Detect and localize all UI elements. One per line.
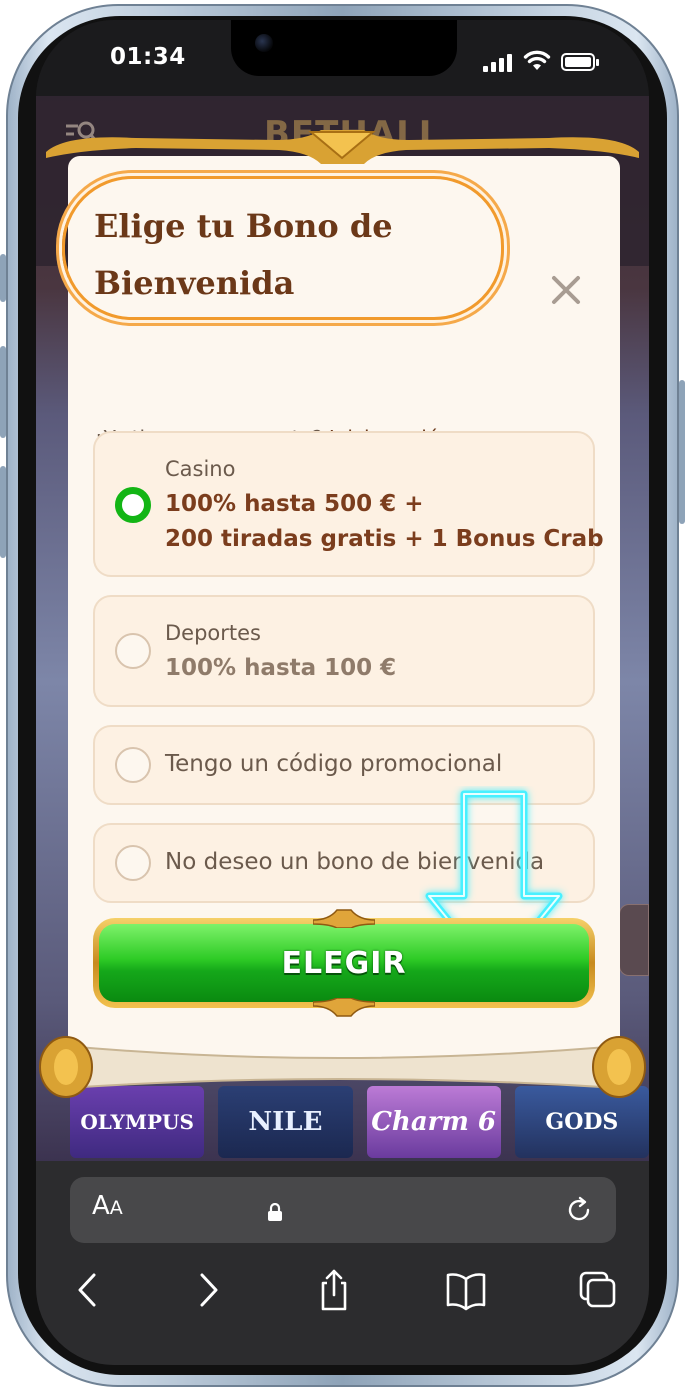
close-button[interactable] bbox=[548, 272, 584, 308]
option-no-bonus[interactable]: No deseo un bono de bienvenida bbox=[93, 823, 595, 903]
battery-icon bbox=[561, 53, 599, 71]
back-icon[interactable] bbox=[66, 1267, 110, 1313]
radio-no-bonus[interactable] bbox=[115, 845, 151, 881]
phone-screen: 01:34 BETHALL OLYMPUS NILE C bbox=[36, 20, 649, 1365]
option-deportes-value: 100% hasta 100 € bbox=[165, 655, 397, 681]
cta-wrapper: ELEGIR bbox=[93, 909, 595, 1017]
scroll-bottom-ornament bbox=[39, 1036, 646, 1098]
text-size-big: A bbox=[92, 1191, 110, 1221]
side-button-right bbox=[679, 380, 685, 524]
choose-button-label: ELEGIR bbox=[99, 924, 589, 1002]
status-time: 01:34 bbox=[110, 44, 186, 70]
close-icon bbox=[552, 276, 580, 304]
lock-icon bbox=[268, 1203, 282, 1221]
reload-icon[interactable] bbox=[564, 1195, 594, 1225]
notch bbox=[231, 20, 457, 76]
bookmarks-icon[interactable] bbox=[444, 1267, 488, 1313]
website-background: BETHALL OLYMPUS NILE Charm 6 GODS Elige … bbox=[36, 96, 649, 1161]
radio-casino[interactable] bbox=[115, 487, 151, 523]
side-button-left-2 bbox=[0, 346, 6, 438]
status-bar: 01:34 bbox=[36, 20, 649, 96]
option-no-bonus-label: No deseo un bono de bienvenida bbox=[165, 849, 545, 875]
front-camera bbox=[255, 34, 273, 52]
option-casino-value-2: 200 tiradas gratis + 1 Bonus Crab bbox=[165, 526, 604, 552]
cta-top-ornament bbox=[313, 909, 375, 928]
radio-deportes[interactable] bbox=[115, 633, 151, 669]
wifi-icon bbox=[523, 50, 551, 70]
forward-icon[interactable] bbox=[186, 1267, 230, 1313]
option-casino-value-1: 100% hasta 500 € + bbox=[165, 491, 424, 517]
browser-toolbar: AA bbox=[36, 1161, 649, 1365]
side-button-left-3 bbox=[0, 466, 6, 558]
radio-promo-code[interactable] bbox=[115, 747, 151, 783]
option-casino[interactable]: Casino 100% hasta 500 € + 200 tiradas gr… bbox=[93, 431, 604, 577]
text-size-button[interactable]: AA bbox=[92, 1191, 123, 1221]
option-promo-code[interactable]: Tengo un código promocional bbox=[93, 725, 595, 805]
text-size-small: A bbox=[109, 1197, 123, 1219]
share-icon[interactable] bbox=[312, 1267, 356, 1313]
choose-button[interactable]: ELEGIR bbox=[93, 918, 595, 1008]
address-bar[interactable]: AA bbox=[70, 1177, 616, 1243]
scroll-top-ornament bbox=[46, 130, 639, 164]
option-deportes[interactable]: Deportes 100% hasta 100 € bbox=[93, 595, 595, 707]
option-casino-label: Casino bbox=[165, 457, 236, 481]
modal-title: Elige tu Bono de Bienvenida bbox=[94, 207, 393, 302]
browser-nav-row bbox=[36, 1267, 649, 1317]
cta-bottom-ornament bbox=[313, 998, 375, 1017]
option-deportes-label: Deportes bbox=[165, 621, 261, 645]
tabs-icon[interactable] bbox=[576, 1267, 620, 1313]
option-promo-code-label: Tengo un código promocional bbox=[165, 751, 503, 777]
side-tab[interactable] bbox=[619, 904, 649, 976]
side-button-left-1 bbox=[0, 254, 6, 302]
signal-icon bbox=[483, 54, 513, 72]
